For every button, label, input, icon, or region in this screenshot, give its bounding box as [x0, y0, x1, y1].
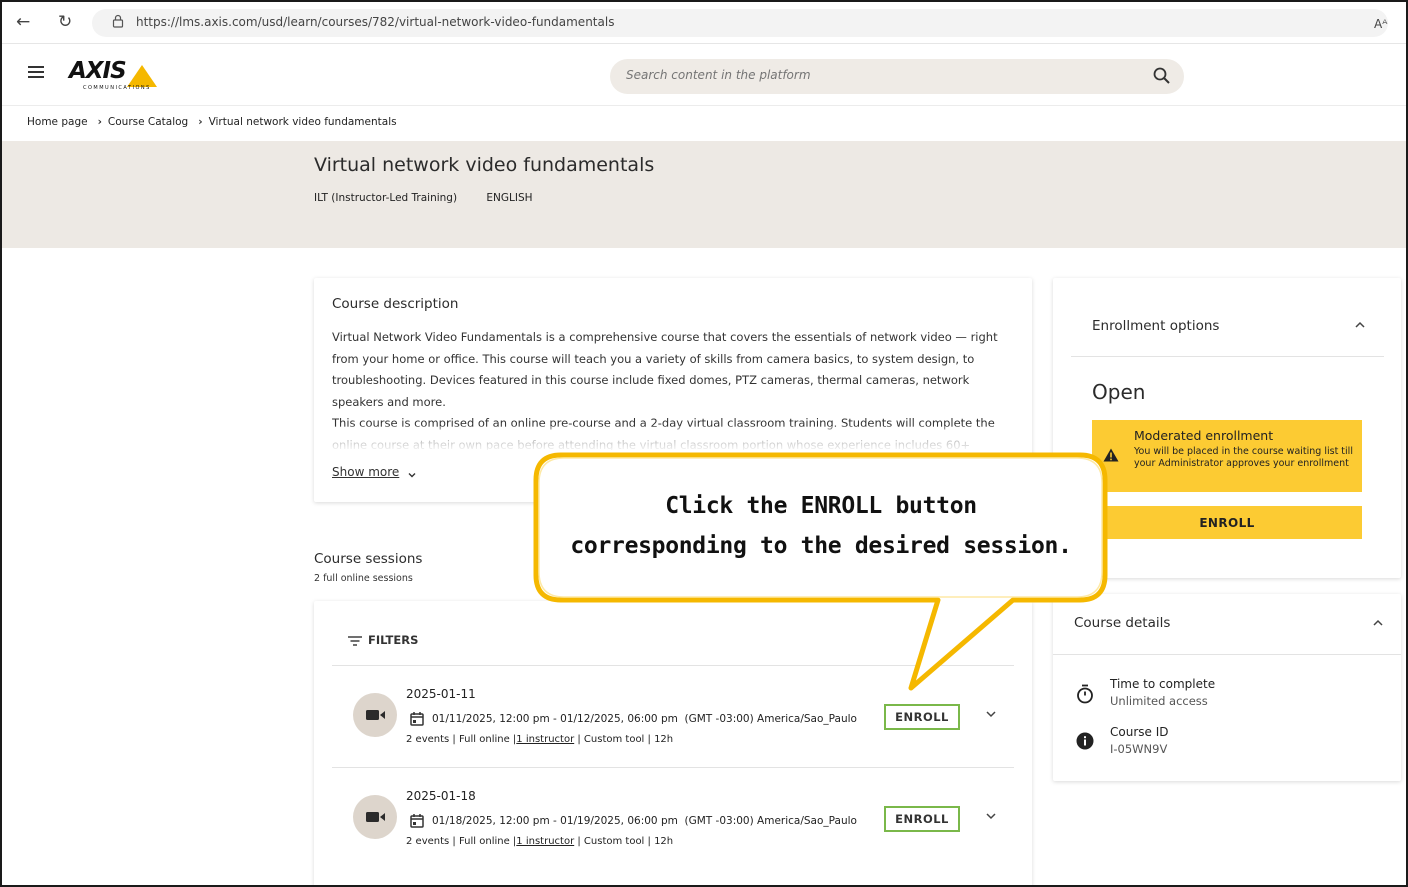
course-type: ILT (Instructor-Led Training) [314, 192, 458, 204]
info-icon [1076, 732, 1094, 750]
moderated-enrollment-banner: Moderated enrollment You will be placed … [1092, 420, 1362, 492]
calendar-icon [410, 712, 424, 726]
reader-mode-icon[interactable]: Aᴬ [1374, 14, 1387, 34]
time-to-complete-value: Unlimited access [1110, 694, 1208, 708]
session-date: 2025-01-11 [406, 687, 476, 701]
session-meta-text: 2 events | Full online | [406, 734, 517, 745]
video-camera-icon [366, 812, 385, 822]
page-title: Virtual network video fundamentals [314, 154, 655, 176]
instructor-link[interactable]: 1 instructor [516, 734, 574, 745]
browser-toolbar: ← ↻ https://lms.axis.com/usd/learn/cours… [2, 2, 1406, 44]
session-date: 2025-01-18 [406, 789, 476, 803]
logo-triangle-icon [127, 65, 157, 87]
enrollment-status: Open [1092, 380, 1146, 404]
callout-line-1: Click the ENROLL button [665, 493, 977, 519]
breadcrumb: Home page › Course Catalog › Virtual network… [27, 116, 403, 128]
logo-subtext: COMMUNICATIONS [83, 85, 151, 91]
back-arrow-icon[interactable]: ← [16, 12, 30, 32]
session-time: 01/11/2025, 12:00 pm - 01/12/2025, 06:00… [432, 713, 857, 725]
session-meta-text: 2 events | Full online | [406, 836, 517, 847]
enrollment-options-title: Enrollment options [1092, 318, 1220, 334]
session-meta-text: | Custom tool | 12h [574, 836, 674, 847]
chevron-up-icon[interactable] [1371, 616, 1385, 630]
browser-window: ← ↻ https://lms.axis.com/usd/learn/cours… [0, 0, 1408, 887]
description-fade [332, 426, 1016, 452]
lock-icon [112, 14, 124, 28]
instruction-callout: Click the ENROLL button corresponding to… [533, 452, 1108, 691]
video-camera-icon [366, 710, 385, 720]
chevron-right-icon: › [97, 116, 102, 128]
show-more-link[interactable]: Show more [332, 465, 399, 479]
time-to-complete-label: Time to complete [1110, 677, 1216, 691]
session-row: 2025-01-18 01/18/2025, 12:00 pm - 01/19/… [332, 769, 1014, 869]
session-time: 01/18/2025, 12:00 pm - 01/19/2025, 06:00… [432, 815, 857, 827]
callout-line-2: corresponding to the desired session. [570, 533, 1072, 559]
search-input[interactable] [626, 68, 1126, 82]
course-id-value: I-05WN9V [1110, 742, 1168, 756]
course-language: ENGLISH [486, 192, 533, 204]
session-meta-text: | Custom tool | 12h [574, 734, 674, 745]
menu-icon[interactable] [28, 66, 44, 78]
enroll-button[interactable]: ENROLL [1092, 506, 1362, 539]
address-bar[interactable]: https://lms.axis.com/usd/learn/courses/7… [92, 9, 1388, 37]
sessions-subtitle: 2 full online sessions [314, 573, 413, 584]
search-icon[interactable] [1152, 66, 1172, 86]
session-enroll-button[interactable]: ENROLL [884, 704, 960, 730]
divider [332, 767, 1014, 768]
session-avatar [353, 693, 397, 737]
calendar-icon [410, 814, 424, 828]
filters-button[interactable]: FILTERS [368, 633, 418, 647]
sessions-title: Course sessions [314, 551, 423, 567]
divider [1071, 356, 1384, 357]
moderated-text: You will be placed in the course waiting… [1134, 446, 1353, 469]
url-text: https://lms.axis.com/usd/learn/courses/7… [136, 15, 615, 29]
chevron-down-icon[interactable] [984, 707, 998, 721]
chevron-down-icon[interactable] [984, 809, 998, 823]
chevron-right-icon: › [198, 116, 203, 128]
filter-icon[interactable] [348, 636, 362, 646]
reload-icon[interactable]: ↻ [58, 12, 72, 32]
breadcrumb-home[interactable]: Home page [27, 116, 88, 128]
breadcrumb-current: Virtual network video fundamentals [208, 116, 397, 128]
course-hero: Virtual network video fundamentals ILT (… [2, 141, 1406, 248]
description-title: Course description [332, 296, 459, 312]
chevron-down-icon[interactable] [407, 470, 417, 480]
axis-logo[interactable]: AXIS COMMUNICATIONS [69, 58, 159, 92]
chevron-up-icon[interactable] [1353, 318, 1367, 332]
instructor-link[interactable]: 1 instructor [516, 836, 574, 847]
course-meta: ILT (Instructor-Led Training) ENGLISH [314, 192, 559, 204]
session-meta: 2 events | Full online |1 instructor | C… [406, 836, 673, 847]
moderated-title: Moderated enrollment [1134, 428, 1274, 443]
session-meta: 2 events | Full online |1 instructor | C… [406, 734, 673, 745]
breadcrumb-catalog[interactable]: Course Catalog [108, 116, 188, 128]
search-bar[interactable] [610, 59, 1184, 94]
course-id-label: Course ID [1110, 725, 1169, 739]
session-avatar [353, 795, 397, 839]
callout-text: Click the ENROLL button corresponding to… [551, 486, 1091, 566]
logo-wordmark: AXIS [69, 58, 127, 84]
session-enroll-button[interactable]: ENROLL [884, 806, 960, 832]
